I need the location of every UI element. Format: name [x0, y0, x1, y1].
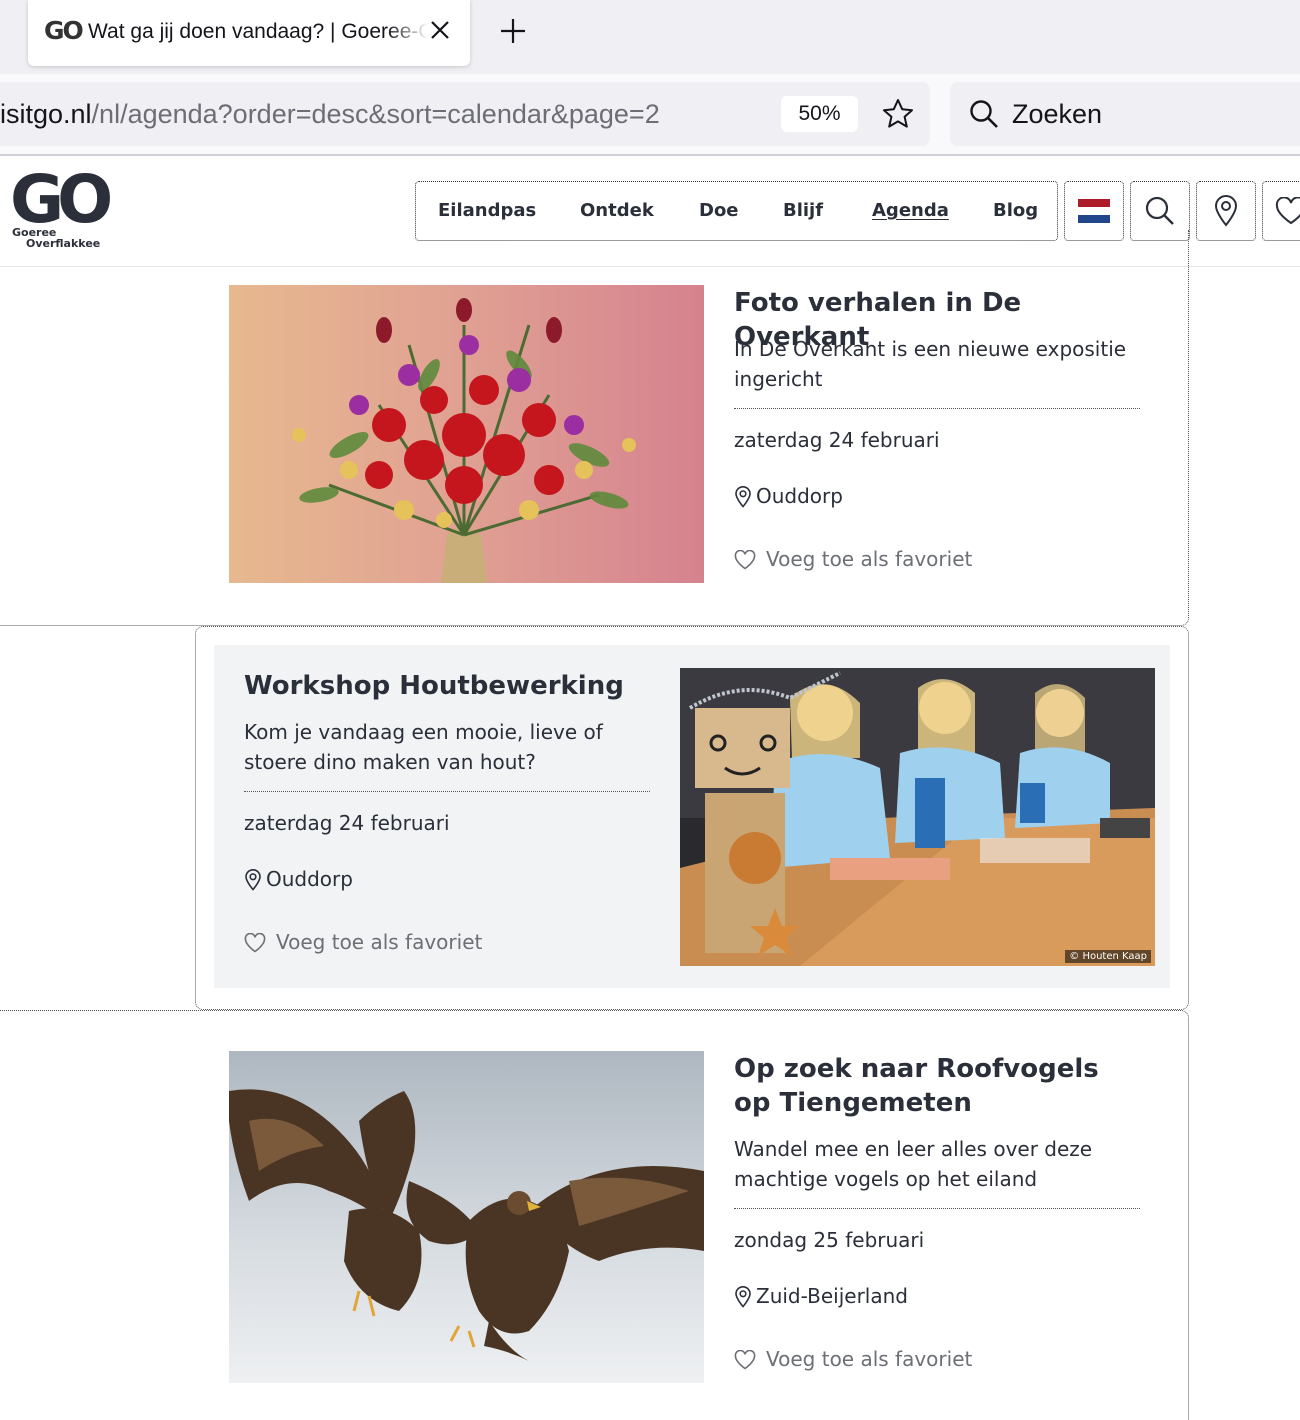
- nav-item-blijf[interactable]: Blijf: [783, 200, 823, 222]
- map-pin-icon: [735, 1286, 751, 1308]
- nav-item-doe[interactable]: Doe: [699, 200, 739, 222]
- add-favorite-label: Voeg toe als favoriet: [276, 930, 483, 954]
- event-date: zaterdag 24 februari: [734, 428, 940, 452]
- event-image-workshop[interactable]: © Houten Kaap: [680, 668, 1155, 966]
- url-path: /nl/agenda?order=desc&sort=calendar&page…: [91, 99, 660, 129]
- url-text[interactable]: isitgo.nl/nl/agenda?order=desc&sort=cale…: [0, 98, 660, 130]
- event-description: Kom je vandaag een mooie, lieve of stoer…: [244, 720, 603, 774]
- tab-title: Wat ga jij doen vandaag? | Goeree-Overfl…: [88, 20, 428, 43]
- nav-item-eilandpas[interactable]: Eilandpas: [438, 200, 536, 222]
- event-description: Wandel mee en leer alles over deze macht…: [734, 1137, 1093, 1191]
- event-location-label: Zuid-Beijerland: [756, 1284, 908, 1308]
- add-favorite-button[interactable]: Voeg toe als favoriet: [244, 929, 544, 955]
- event-image-eagles[interactable]: [229, 1051, 704, 1383]
- add-favorite-label: Voeg toe als favoriet: [766, 1347, 973, 1371]
- url-bar[interactable]: isitgo.nl/nl/agenda?order=desc&sort=cale…: [0, 82, 930, 146]
- flag-nl-icon: [1078, 199, 1110, 223]
- map-pin-icon: [245, 869, 261, 891]
- event-image-bouquet[interactable]: [229, 285, 704, 583]
- event-date: zondag 25 februari: [734, 1228, 925, 1252]
- event-divider: [734, 408, 1140, 409]
- browser-tab-active[interactable]: GO Wat ga jij doen vandaag? | Goeree-Ove…: [28, 0, 470, 66]
- browser-tab-strip: GO Wat ga jij doen vandaag? | Goeree-Ove…: [0, 0, 1300, 74]
- map-pin-icon: [1214, 195, 1238, 227]
- event-divider: [244, 791, 650, 792]
- add-favorite-button[interactable]: Voeg toe als favoriet: [734, 546, 1034, 572]
- event-divider: [734, 1208, 1140, 1209]
- event-date: zaterdag 24 februari: [244, 811, 450, 835]
- heart-icon: [734, 550, 756, 570]
- add-favorite-label: Voeg toe als favoriet: [766, 547, 973, 571]
- event-description: In De Overkant is een nieuwe expositie i…: [734, 337, 1127, 391]
- browser-search-bar[interactable]: Zoeken: [950, 82, 1300, 146]
- nav-item-ontdek[interactable]: Ontdek: [580, 200, 654, 222]
- search-icon: [970, 100, 998, 128]
- site-favicon-icon: GO: [44, 16, 84, 45]
- image-credit: © Houten Kaap: [1065, 950, 1151, 963]
- url-host: isitgo.nl: [0, 99, 92, 129]
- event-title[interactable]: Workshop Houtbewerking: [244, 669, 664, 703]
- bookmark-star-icon[interactable]: [880, 96, 916, 132]
- heart-icon: [734, 1350, 756, 1370]
- event-location-label: Ouddorp: [756, 484, 843, 508]
- search-placeholder: Zoeken: [1012, 99, 1103, 129]
- nav-item-agenda[interactable]: Agenda: [872, 200, 949, 222]
- map-button[interactable]: [1196, 181, 1256, 241]
- event-title[interactable]: Op zoek naar Roofvogels op Tiengemeten: [734, 1052, 1134, 1120]
- search-icon: [1145, 196, 1174, 225]
- heart-icon: [1275, 197, 1300, 225]
- close-tab-icon[interactable]: [426, 16, 454, 44]
- zoom-level-badge[interactable]: 50%: [781, 96, 858, 132]
- event-location-label: Ouddorp: [266, 867, 353, 891]
- browser-nav-bar: isitgo.nl/nl/agenda?order=desc&sort=cale…: [0, 74, 1300, 156]
- add-favorite-button[interactable]: Voeg toe als favoriet: [734, 1346, 1034, 1372]
- nav-item-blog[interactable]: Blog: [993, 200, 1038, 222]
- favorites-button[interactable]: [1262, 181, 1300, 241]
- map-pin-icon: [735, 486, 751, 508]
- heart-icon: [244, 933, 266, 953]
- new-tab-icon[interactable]: [496, 14, 530, 48]
